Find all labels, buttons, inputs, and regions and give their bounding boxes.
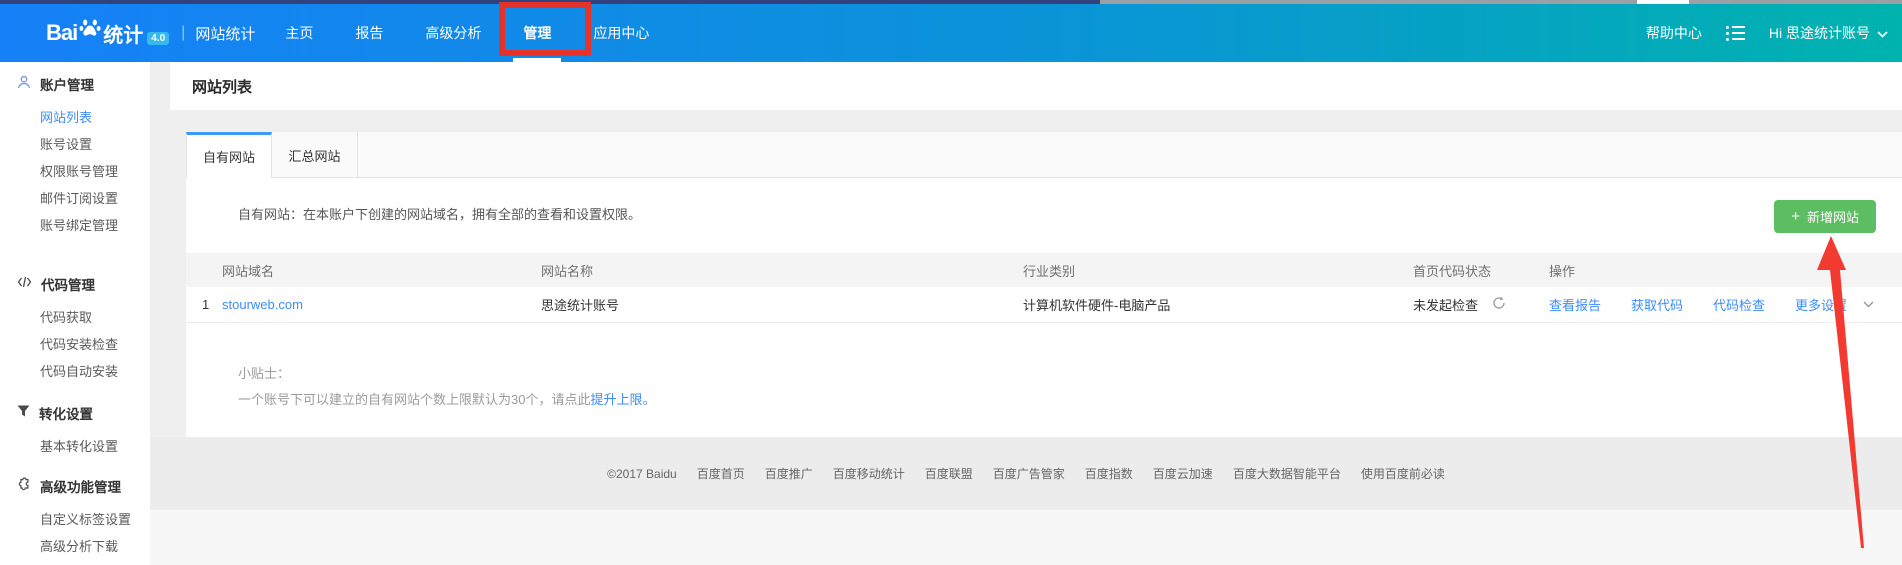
sidebar-item-basic-conversion-settings[interactable]: 基本转化设置 xyxy=(17,433,150,460)
puzzle-icon xyxy=(17,477,31,494)
sidebar-section-conversion-settings[interactable]: 转化设置 xyxy=(17,399,150,426)
product-name: 网站统计 xyxy=(195,23,255,44)
sidebar-item-custom-label-settings[interactable]: 自定义标签设置 xyxy=(17,506,150,533)
col-header-domain: 网站域名 xyxy=(222,261,541,280)
page-title: 网站列表 xyxy=(170,62,1902,110)
main-area: 网站列表 自有网站 汇总网站 自有网站：在本账户下创建的网站域名，拥有全部的查看… xyxy=(150,62,1902,565)
logo-divider: | xyxy=(181,24,185,42)
logo-text-bai: Bai xyxy=(46,20,77,46)
footer: ©2017 Baidu 百度首页 百度推广 百度移动统计 百度联盟 百度广告管家… xyxy=(150,437,1902,510)
topbar-right: 帮助中心 Hi 思途统计账号 xyxy=(1646,23,1888,43)
sidebar-section-advanced-features[interactable]: 高级功能管理 xyxy=(17,472,150,499)
col-header-actions: 操作 xyxy=(1549,261,1902,280)
nav-app-center[interactable]: 应用中心 xyxy=(593,4,649,62)
sidebar-section-label: 代码管理 xyxy=(41,274,95,294)
action-view-report[interactable]: 查看报告 xyxy=(1549,295,1601,314)
site-domain-link[interactable]: stourweb.com xyxy=(222,297,303,312)
tab-summary-sites[interactable]: 汇总网站 xyxy=(272,132,358,178)
more-settings-chevron-icon[interactable] xyxy=(1863,301,1874,308)
help-center-link[interactable]: 帮助中心 xyxy=(1646,23,1702,43)
code-status-text: 未发起检查 xyxy=(1413,295,1478,314)
tab-own-sites[interactable]: 自有网站 xyxy=(186,132,272,178)
col-header-industry: 行业类别 xyxy=(1023,261,1413,280)
footer-link-baidu-index[interactable]: 百度指数 xyxy=(1085,465,1133,482)
user-greeting: Hi 思途统计账号 xyxy=(1769,23,1870,43)
baidu-tongji-logo[interactable]: Bai 统计 4.0 | 网站统计 xyxy=(46,16,255,51)
nav-home[interactable]: 主页 xyxy=(285,4,313,62)
footer-link-mobile-stats[interactable]: 百度移动统计 xyxy=(833,465,905,482)
user-menu[interactable]: Hi 思途统计账号 xyxy=(1769,23,1888,43)
action-more-settings[interactable]: 更多设置 xyxy=(1795,295,1847,314)
footer-copyright: ©2017 Baidu xyxy=(607,467,677,481)
sidebar-item-site-list[interactable]: 网站列表 xyxy=(17,104,150,131)
footer-link-must-read[interactable]: 使用百度前必读 xyxy=(1361,465,1445,482)
version-badge: 4.0 xyxy=(147,32,169,45)
tips-title: 小贴士： xyxy=(238,361,1902,387)
logo-text-tongji: 统计 xyxy=(103,19,143,48)
sidebar-section-account-mgmt[interactable]: 账户管理 xyxy=(17,70,150,97)
site-tabs: 自有网站 汇总网站 xyxy=(186,132,1902,178)
site-list-icon[interactable] xyxy=(1726,26,1745,41)
bottom-background xyxy=(150,510,1902,565)
footer-link-cloud-acceleration[interactable]: 百度云加速 xyxy=(1153,465,1213,482)
action-get-code[interactable]: 获取代码 xyxy=(1631,295,1683,314)
sidebar-item-advanced-analysis-download[interactable]: 高级分析下载 xyxy=(17,533,150,560)
tips-block: 小贴士： 一个账号下可以建立的自有网站个数上限默认为30个，请点此提升上限。 xyxy=(238,361,1902,413)
nav-manage[interactable]: 管理 xyxy=(523,4,551,62)
sidebar-section-label: 高级功能管理 xyxy=(40,476,121,496)
add-site-button-label: 新增网站 xyxy=(1807,207,1859,226)
user-icon xyxy=(17,75,31,92)
baidu-paw-icon xyxy=(78,16,102,45)
add-site-button[interactable]: + 新增网站 xyxy=(1774,200,1876,233)
nav-report[interactable]: 报告 xyxy=(355,4,383,62)
sidebar-item-email-subscription[interactable]: 邮件订阅设置 xyxy=(17,185,150,212)
col-header-name: 网站名称 xyxy=(541,261,1023,280)
table-header-row: 网站域名 网站名称 行业类别 首页代码状态 操作 xyxy=(186,253,1902,287)
sidebar-item-code-auto-install[interactable]: 代码自动安装 xyxy=(17,358,150,385)
own-sites-description: 自有网站：在本账户下创建的网站域名，拥有全部的查看和设置权限。 xyxy=(186,178,1902,223)
funnel-icon xyxy=(17,405,30,420)
sidebar-item-account-binding[interactable]: 账号绑定管理 xyxy=(17,212,150,239)
sidebar-section-label: 转化设置 xyxy=(39,403,93,423)
sidebar-item-permission-account-mgmt[interactable]: 权限账号管理 xyxy=(17,158,150,185)
footer-link-baidu-home[interactable]: 百度首页 xyxy=(697,465,745,482)
primary-nav: 主页 报告 高级分析 管理 应用中心 xyxy=(285,4,649,62)
footer-link-bigdata-platform[interactable]: 百度大数据智能平台 xyxy=(1233,465,1341,482)
sidebar-item-code-get[interactable]: 代码获取 xyxy=(17,304,150,331)
footer-link-ad-manager[interactable]: 百度广告管家 xyxy=(993,465,1065,482)
sidebar-item-code-install-check[interactable]: 代码安装检查 xyxy=(17,331,150,358)
sidebar-section-code-mgmt[interactable]: 代码管理 xyxy=(17,270,150,297)
code-icon xyxy=(17,276,32,291)
sidebar: 账户管理 网站列表 账号设置 权限账号管理 邮件订阅设置 账号绑定管理 代码管理 xyxy=(0,62,150,565)
nav-advanced-analysis[interactable]: 高级分析 xyxy=(425,4,481,62)
refresh-icon[interactable] xyxy=(1492,296,1506,313)
site-name: 思途统计账号 xyxy=(541,295,1023,314)
topbar: Bai 统计 4.0 | 网站统计 主页 报告 高级分析 管理 应用中心 帮助中… xyxy=(0,4,1902,62)
chevron-down-icon[interactable] xyxy=(1877,25,1888,41)
table-row: 1 stourweb.com 思途统计账号 计算机软件硬件-电脑产品 未发起检查 xyxy=(186,287,1902,323)
raise-limit-link[interactable]: 提升上限。 xyxy=(590,392,655,407)
site-table: 网站域名 网站名称 行业类别 首页代码状态 操作 1 stourweb.com … xyxy=(186,253,1902,323)
site-industry: 计算机软件硬件-电脑产品 xyxy=(1023,295,1413,314)
plus-icon: + xyxy=(1791,210,1800,223)
footer-link-baidu-tuiguang[interactable]: 百度推广 xyxy=(765,465,813,482)
tips-body: 一个账号下可以建立的自有网站个数上限默认为30个，请点此 xyxy=(238,392,590,407)
col-header-status: 首页代码状态 xyxy=(1413,261,1549,280)
row-index: 1 xyxy=(186,297,222,312)
site-list-card: 自有网站 汇总网站 自有网站：在本账户下创建的网站域名，拥有全部的查看和设置权限… xyxy=(186,132,1902,437)
action-code-check[interactable]: 代码检查 xyxy=(1713,295,1765,314)
sidebar-section-label: 账户管理 xyxy=(40,74,94,94)
workspace: 账户管理 网站列表 账号设置 权限账号管理 邮件订阅设置 账号绑定管理 代码管理 xyxy=(0,62,1902,565)
sidebar-item-account-settings[interactable]: 账号设置 xyxy=(17,131,150,158)
footer-link-baidu-union[interactable]: 百度联盟 xyxy=(925,465,973,482)
